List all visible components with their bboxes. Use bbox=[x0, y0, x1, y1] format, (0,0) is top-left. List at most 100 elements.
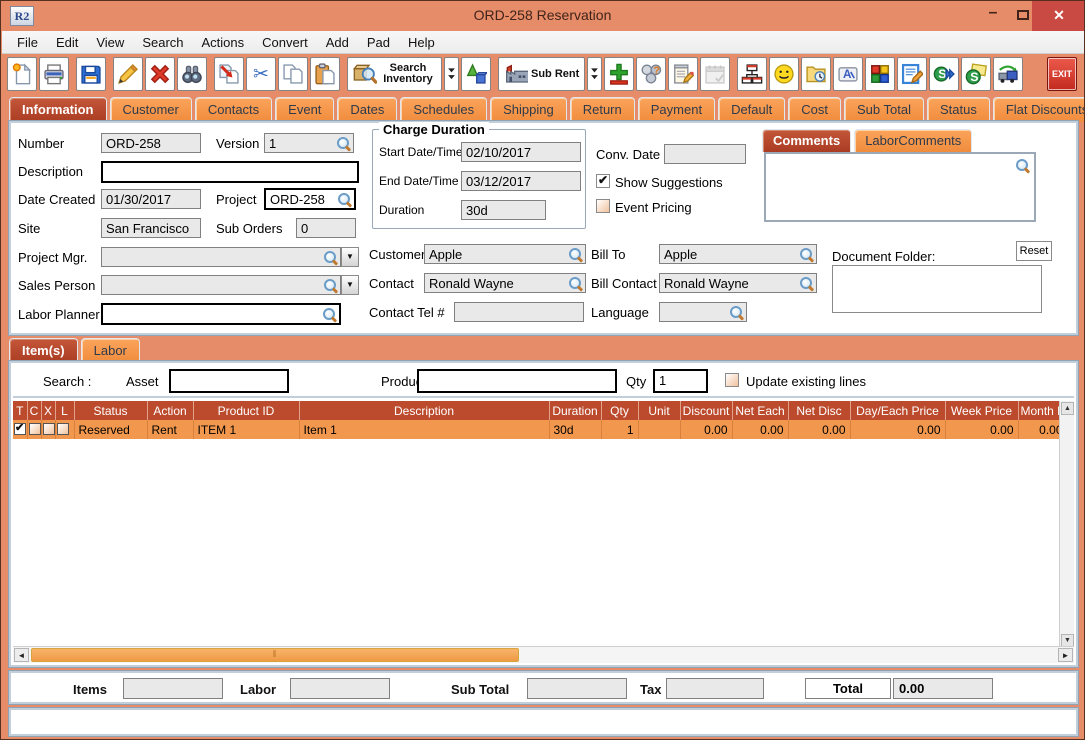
tab-cost[interactable]: Cost bbox=[788, 97, 841, 122]
sales-person-search-icon[interactable] bbox=[323, 278, 338, 293]
cut-button[interactable]: ✂ bbox=[246, 57, 276, 91]
project-search-icon[interactable] bbox=[337, 192, 352, 207]
edit-note-button[interactable] bbox=[897, 57, 927, 91]
col-c[interactable]: C bbox=[27, 401, 41, 420]
cell-c[interactable] bbox=[27, 420, 41, 439]
document-folder-box[interactable] bbox=[832, 265, 1042, 313]
tab-contacts[interactable]: Contacts bbox=[195, 97, 272, 122]
folder-time-button[interactable] bbox=[801, 57, 831, 91]
col-x[interactable]: X bbox=[41, 401, 55, 420]
end-date-field[interactable]: 03/12/2017 bbox=[461, 171, 581, 191]
cube-stack-button[interactable] bbox=[865, 57, 895, 91]
smiley-button[interactable] bbox=[769, 57, 799, 91]
tab-payment[interactable]: Payment bbox=[638, 97, 715, 122]
tab-information[interactable]: Information bbox=[9, 97, 107, 122]
show-suggestions-checkbox[interactable] bbox=[596, 174, 610, 188]
cell-week-price[interactable]: 0.00 bbox=[945, 420, 1018, 439]
transfer-button[interactable] bbox=[214, 57, 244, 91]
number-field[interactable]: ORD-258 bbox=[101, 133, 201, 153]
print-button[interactable] bbox=[39, 57, 69, 91]
start-date-field[interactable]: 02/10/2017 bbox=[461, 142, 581, 162]
org-chart-button[interactable] bbox=[737, 57, 767, 91]
exit-button[interactable]: EXIT bbox=[1047, 57, 1077, 91]
sub-rent-options-button[interactable] bbox=[587, 57, 602, 91]
menu-pad[interactable]: Pad bbox=[358, 33, 399, 52]
cell-status[interactable]: Reserved bbox=[74, 420, 147, 439]
tab-sub-total[interactable]: Sub Total bbox=[844, 97, 924, 122]
version-search-icon[interactable] bbox=[336, 136, 351, 151]
money-note-button[interactable]: S bbox=[961, 57, 991, 91]
col-duration[interactable]: Duration bbox=[549, 401, 601, 420]
tab-default[interactable]: Default bbox=[718, 97, 785, 122]
product-input[interactable] bbox=[417, 369, 617, 393]
cell-x[interactable] bbox=[41, 420, 55, 439]
tab-shipping[interactable]: Shipping bbox=[490, 97, 567, 122]
col-l[interactable]: L bbox=[55, 401, 74, 420]
event-pricing-checkbox[interactable] bbox=[596, 199, 610, 213]
project-mgr-dropdown-button[interactable]: ▼ bbox=[341, 247, 359, 267]
cell-unit[interactable] bbox=[638, 420, 680, 439]
menu-convert[interactable]: Convert bbox=[253, 33, 317, 52]
row-l-checkbox[interactable] bbox=[57, 423, 69, 435]
tab-labor[interactable]: Labor bbox=[81, 338, 140, 363]
description-field[interactable] bbox=[101, 161, 359, 183]
scrollbar-thumb[interactable] bbox=[31, 648, 519, 662]
row-x-checkbox[interactable] bbox=[43, 423, 55, 435]
cell-duration[interactable]: 30d bbox=[549, 420, 601, 439]
notepad-edit-button[interactable] bbox=[668, 57, 698, 91]
qty-input[interactable]: 1 bbox=[653, 369, 708, 393]
col-day-each-price[interactable]: Day/Each Price bbox=[850, 401, 945, 420]
duration-field[interactable]: 30d bbox=[461, 200, 546, 220]
sub-orders-field[interactable]: 0 bbox=[296, 218, 356, 238]
cell-net-disc[interactable]: 0.00 bbox=[788, 420, 850, 439]
tab-customer[interactable]: Customer bbox=[110, 97, 192, 122]
tab-comments[interactable]: Comments bbox=[762, 129, 851, 152]
add-remove-button[interactable] bbox=[604, 57, 634, 91]
keyboard-key-button[interactable]: A bbox=[833, 57, 863, 91]
menu-view[interactable]: View bbox=[87, 33, 133, 52]
bill-contact-search-icon[interactable] bbox=[799, 276, 814, 291]
labor-planner-search-icon[interactable] bbox=[322, 307, 337, 322]
conv-date-field[interactable] bbox=[664, 144, 746, 164]
tab-labor-comments[interactable]: LaborComments bbox=[854, 129, 972, 152]
contact-field[interactable]: Ronald Wayne bbox=[424, 273, 586, 293]
col-qty[interactable]: Qty bbox=[601, 401, 638, 420]
version-field[interactable]: 1 bbox=[264, 133, 354, 153]
cell-t[interactable] bbox=[13, 420, 27, 439]
tab-schedules[interactable]: Schedules bbox=[400, 97, 487, 122]
col-week-price[interactable]: Week Price bbox=[945, 401, 1018, 420]
delete-button[interactable] bbox=[145, 57, 175, 91]
scroll-left-arrow[interactable]: ◄ bbox=[14, 648, 29, 662]
dispatch-truck-button[interactable] bbox=[993, 57, 1023, 91]
language-field[interactable] bbox=[659, 302, 747, 322]
tab-dates[interactable]: Dates bbox=[337, 97, 397, 122]
row-c-checkbox[interactable] bbox=[29, 423, 41, 435]
menu-file[interactable]: File bbox=[8, 33, 47, 52]
cell-month-price[interactable]: 0.00 bbox=[1018, 420, 1059, 439]
comments-textarea[interactable] bbox=[764, 152, 1036, 222]
cell-l[interactable] bbox=[55, 420, 74, 439]
contact-search-icon[interactable] bbox=[568, 276, 583, 291]
customer-field[interactable]: Apple bbox=[424, 244, 586, 264]
paste-button[interactable] bbox=[310, 57, 340, 91]
reset-button[interactable]: Reset bbox=[1016, 241, 1052, 261]
close-button[interactable]: ✕ bbox=[1032, 1, 1085, 31]
update-existing-lines-checkbox[interactable] bbox=[725, 373, 739, 387]
project-mgr-search-icon[interactable] bbox=[323, 250, 338, 265]
project-mgr-field[interactable] bbox=[101, 247, 341, 267]
minimize-button[interactable]: – bbox=[976, 1, 1010, 31]
horizontal-scrollbar[interactable]: ◄ ► bbox=[13, 646, 1074, 663]
sub-rent-button[interactable]: Sub Rent bbox=[498, 57, 585, 91]
col-action[interactable]: Action bbox=[147, 401, 193, 420]
table-row[interactable]: Reserved Rent ITEM 1 Item 1 30d 1 0.00 0… bbox=[13, 420, 1059, 439]
tab-flat-discounts[interactable]: Flat Discounts bbox=[993, 97, 1085, 122]
copy-button[interactable] bbox=[278, 57, 308, 91]
group-query-button[interactable]: ? bbox=[636, 57, 666, 91]
menu-actions[interactable]: Actions bbox=[193, 33, 254, 52]
contact-tel-field[interactable] bbox=[454, 302, 584, 322]
bill-contact-field[interactable]: Ronald Wayne bbox=[659, 273, 817, 293]
site-field[interactable]: San Francisco bbox=[101, 218, 201, 238]
row-t-checkbox[interactable] bbox=[14, 423, 26, 435]
find-button[interactable] bbox=[177, 57, 207, 91]
send-money-button[interactable]: S bbox=[929, 57, 959, 91]
